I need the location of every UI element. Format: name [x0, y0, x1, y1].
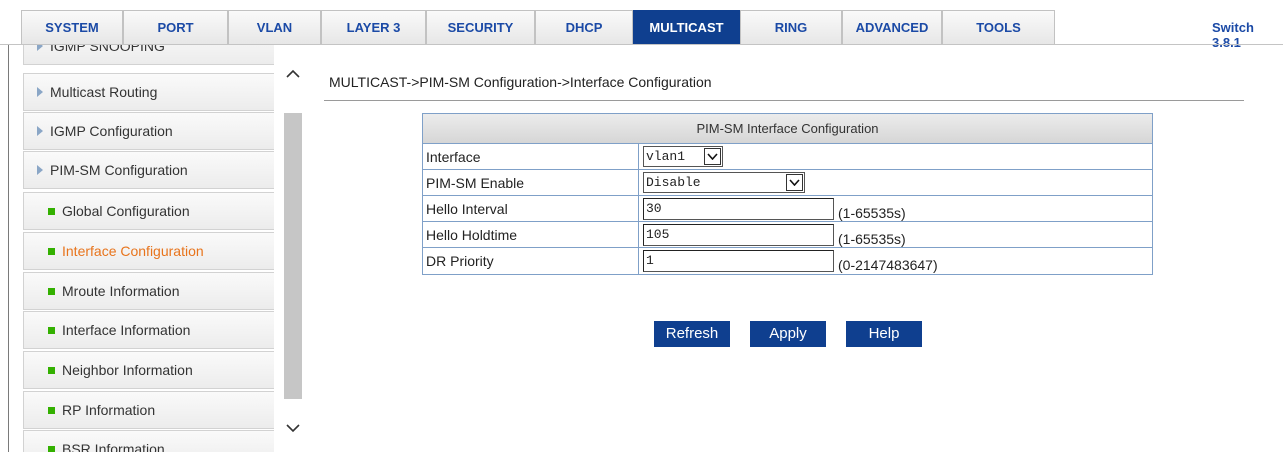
sidebar-menu: IGMP SNOOPING Multicast Routing IGMP Con… [8, 45, 274, 452]
triangle-right-icon [37, 165, 43, 175]
pim-sm-enable-select-value: Disable [646, 175, 701, 190]
sidebar-item-interface-configuration[interactable]: Interface Configuration [23, 232, 274, 270]
sidebar-item-label: Neighbor Information [62, 362, 193, 378]
sidebar-item-label: Multicast Routing [50, 84, 158, 100]
hello-holdtime-range: (1-65535s) [838, 231, 906, 247]
sidebar-item-label: IGMP Configuration [50, 123, 173, 139]
table-row: PIM-SM Enable Disable [423, 170, 1152, 196]
pim-sm-enable-select[interactable]: Disable [643, 172, 805, 193]
tab-tools[interactable]: TOOLS [942, 10, 1055, 45]
scrollbar-thumb[interactable] [284, 113, 302, 399]
tab-layer3[interactable]: LAYER 3 [321, 10, 426, 45]
sidebar-item-label: PIM-SM Configuration [50, 162, 188, 178]
sidebar-item-global-configuration[interactable]: Global Configuration [23, 192, 274, 230]
help-button[interactable]: Help [846, 321, 922, 347]
breadcrumb: MULTICAST->PIM-SM Configuration->Interfa… [329, 74, 712, 90]
pim-sm-interface-table: PIM-SM Interface Configuration Interface… [422, 113, 1153, 275]
sidebar-item-igmp-configuration[interactable]: IGMP Configuration [23, 112, 274, 150]
sidebar-scrollbar[interactable] [282, 45, 304, 452]
triangle-right-icon [37, 87, 43, 97]
chevron-down-icon [704, 148, 721, 165]
hello-holdtime-input[interactable]: 105 [643, 224, 834, 246]
sidebar-item-bsr-information[interactable]: BSR Information [23, 430, 274, 452]
triangle-right-icon [37, 45, 43, 51]
sidebar-item-interface-information[interactable]: Interface Information [23, 311, 274, 349]
sidebar-item-pim-sm-configuration[interactable]: PIM-SM Configuration [23, 151, 274, 189]
triangle-right-icon [37, 126, 43, 136]
sidebar-item-rp-information[interactable]: RP Information [23, 391, 274, 429]
tab-system[interactable]: SYSTEM [21, 10, 123, 45]
interface-select-value: vlan1 [646, 149, 686, 164]
table-row: Interface vlan1 [423, 144, 1152, 170]
chevron-down-icon[interactable] [282, 417, 304, 439]
tab-multicast[interactable]: MULTICAST [633, 10, 740, 45]
dr-priority-label: DR Priority [423, 248, 639, 274]
refresh-button[interactable]: Refresh [654, 321, 730, 347]
sidebar-item-label: RP Information [62, 402, 156, 418]
square-bullet-icon [48, 288, 55, 295]
dr-priority-input[interactable]: 1 [643, 250, 834, 272]
square-bullet-icon [48, 248, 55, 255]
sidebar-item-label: Interface Information [62, 322, 191, 338]
hello-holdtime-label: Hello Holdtime [423, 222, 639, 248]
tab-dhcp[interactable]: DHCP [535, 10, 633, 45]
apply-button[interactable]: Apply [750, 321, 826, 347]
sidebar-item-neighbor-information[interactable]: Neighbor Information [23, 351, 274, 389]
hello-interval-range: (1-65535s) [838, 205, 906, 221]
square-bullet-icon [48, 208, 55, 215]
square-bullet-icon [48, 446, 55, 452]
chevron-down-icon [786, 174, 803, 191]
sidebar-item-igmp-snooping[interactable]: IGMP SNOOPING [23, 45, 274, 65]
square-bullet-icon [48, 327, 55, 334]
sidebar-item-label: IGMP SNOOPING [50, 45, 165, 54]
interface-label: Interface [423, 144, 639, 170]
tab-ring[interactable]: RING [740, 10, 842, 45]
tab-advanced[interactable]: ADVANCED [842, 10, 942, 45]
hello-interval-input[interactable]: 30 [643, 198, 834, 220]
dr-priority-range: (0-2147483647) [838, 257, 938, 273]
chevron-up-icon[interactable] [282, 63, 304, 85]
sidebar-item-label: Interface Configuration [62, 243, 204, 259]
table-title: PIM-SM Interface Configuration [423, 114, 1152, 144]
sidebar-item-label: Mroute Information [62, 283, 180, 299]
top-navigation: SYSTEM PORT VLAN LAYER 3 SECURITY DHCP M… [0, 0, 1283, 50]
sidebar-item-label: Global Configuration [62, 203, 190, 219]
sidebar-item-mroute-information[interactable]: Mroute Information [23, 272, 274, 310]
table-row: DR Priority 1 (0-2147483647) [423, 248, 1152, 274]
table-row: Hello Interval 30 (1-65535s) [423, 196, 1152, 222]
pim-sm-enable-label: PIM-SM Enable [423, 170, 639, 196]
interface-select[interactable]: vlan1 [643, 146, 723, 167]
tab-vlan[interactable]: VLAN [228, 10, 321, 45]
breadcrumb-divider [324, 100, 1244, 101]
square-bullet-icon [48, 407, 55, 414]
tab-port[interactable]: PORT [123, 10, 228, 45]
firmware-version: Switch 3.8.1 [1212, 20, 1254, 50]
square-bullet-icon [48, 367, 55, 374]
sidebar-item-multicast-routing[interactable]: Multicast Routing [23, 73, 274, 111]
table-row: Hello Holdtime 105 (1-65535s) [423, 222, 1152, 248]
tab-security[interactable]: SECURITY [426, 10, 535, 45]
hello-interval-label: Hello Interval [423, 196, 639, 222]
sidebar-item-label: BSR Information [62, 441, 165, 452]
